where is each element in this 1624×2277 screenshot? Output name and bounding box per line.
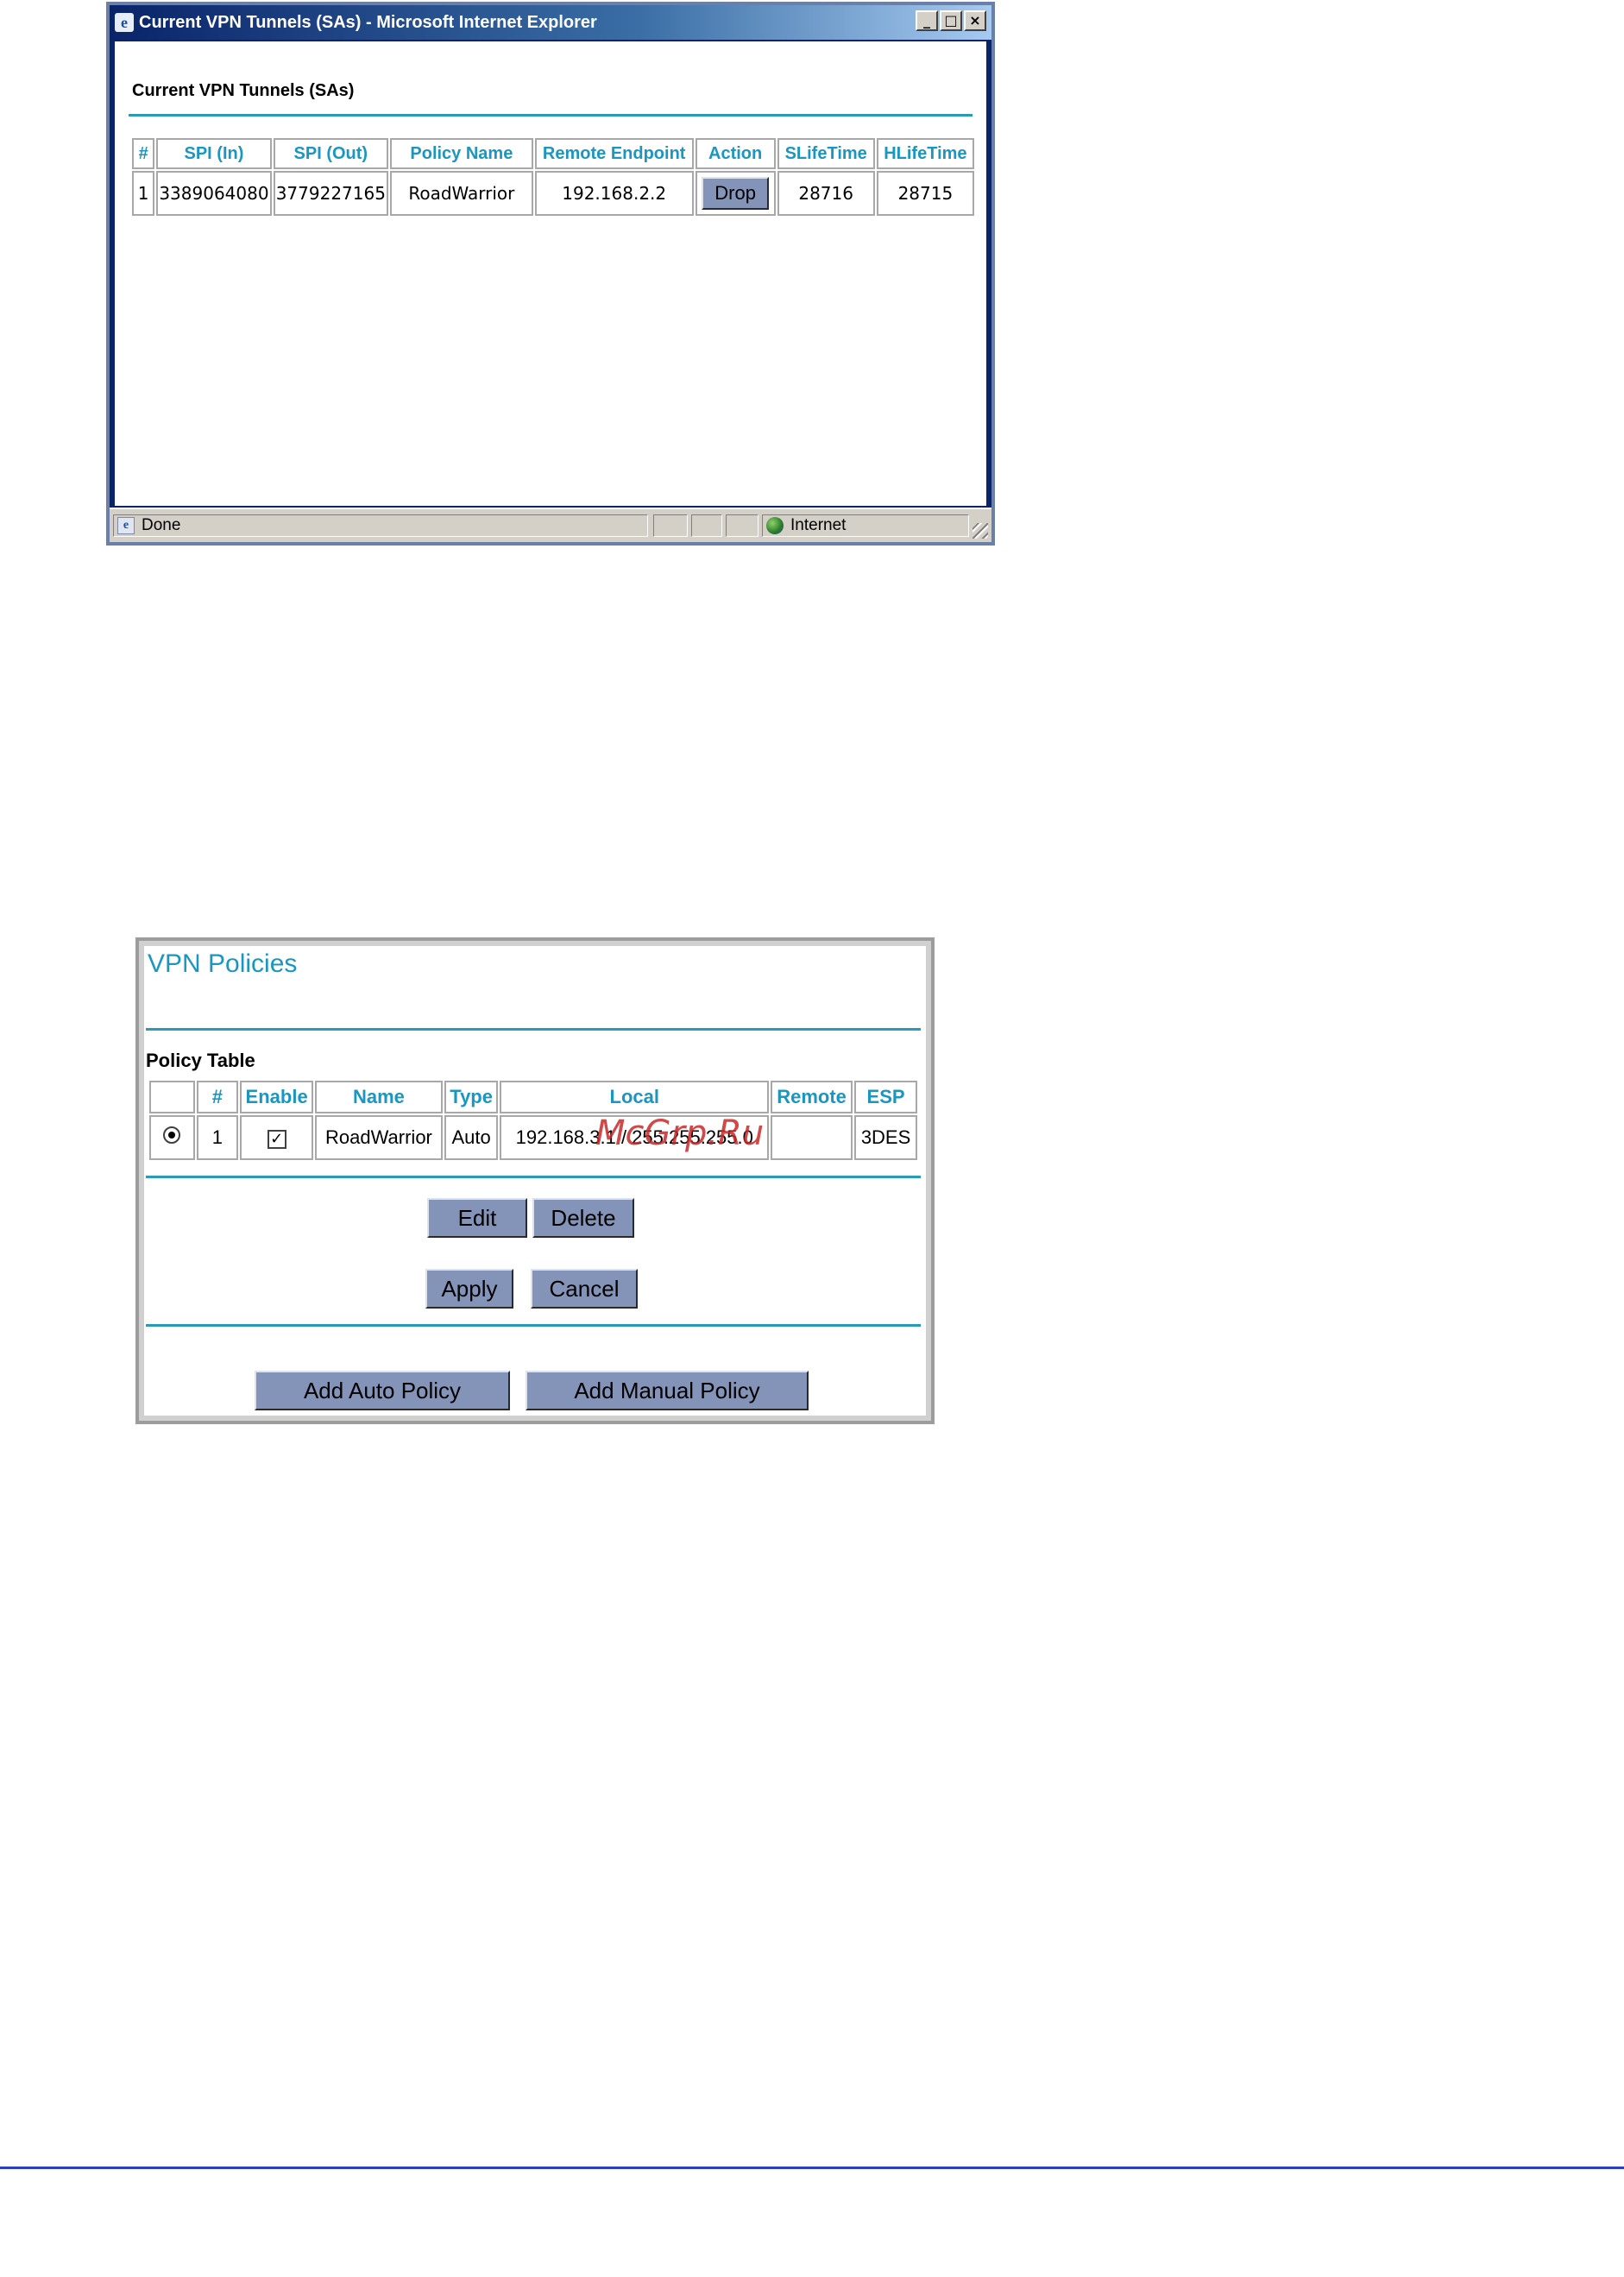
- close-icon[interactable]: ×: [964, 10, 986, 31]
- minimize-icon[interactable]: _: [916, 10, 938, 31]
- column-header-name: Name: [315, 1081, 443, 1113]
- column-header-num: #: [196, 1081, 239, 1113]
- add-auto-policy-button[interactable]: Add Auto Policy: [255, 1371, 510, 1410]
- delete-button[interactable]: Delete: [532, 1198, 634, 1238]
- table-header-row: # SPI (In) SPI (Out) Policy Name Remote …: [132, 138, 974, 169]
- table-row: 1 3389064080 3779227165 RoadWarrior 192.…: [132, 171, 974, 216]
- page-icon: e: [117, 517, 135, 534]
- cell-select: [149, 1115, 195, 1160]
- zone-text: Internet: [790, 516, 847, 534]
- cell-spi-in: 3389064080: [156, 171, 272, 216]
- status-pane-empty: [691, 514, 722, 537]
- status-pane: e Done: [113, 514, 648, 537]
- page-title: VPN Policies: [148, 949, 298, 978]
- divider: [129, 114, 973, 117]
- status-text: Done: [142, 516, 181, 534]
- edit-button[interactable]: Edit: [427, 1198, 527, 1238]
- cell-enable: ✓: [240, 1115, 314, 1160]
- column-header-slifetime: SLifeTime: [777, 138, 875, 169]
- enable-checkbox[interactable]: ✓: [267, 1130, 286, 1149]
- divider: [146, 1324, 921, 1327]
- cell-remote: [771, 1115, 853, 1160]
- cell-spi-out: 3779227165: [273, 171, 389, 216]
- column-header-spi-in: SPI (In): [156, 138, 272, 169]
- resize-grip-icon[interactable]: [973, 523, 988, 539]
- drop-button[interactable]: Drop: [702, 177, 770, 210]
- status-pane-empty: [653, 514, 688, 537]
- policy-table: # Enable Name Type Local Remote ESP 1 ✓ …: [148, 1079, 919, 1162]
- policy-table-heading: Policy Table: [146, 1050, 255, 1071]
- security-zone: Internet: [762, 514, 969, 537]
- column-header-policy-name: Policy Name: [390, 138, 533, 169]
- column-header-hlifetime: HLifeTime: [876, 138, 974, 169]
- column-header-action: Action: [695, 138, 776, 169]
- cell-name: RoadWarrior: [315, 1115, 443, 1160]
- vpn-policies-panel: VPN Policies Policy Table # Enable Name …: [135, 937, 935, 1424]
- add-manual-policy-button[interactable]: Add Manual Policy: [526, 1371, 809, 1410]
- cell-num: 1: [132, 171, 155, 216]
- globe-icon: [766, 517, 784, 534]
- browser-content: Current VPN Tunnels (SAs) # SPI (In) SPI…: [115, 41, 986, 506]
- cell-local: 192.168.3.1 / 255.255.255.0: [500, 1115, 770, 1160]
- window-titlebar[interactable]: e Current VPN Tunnels (SAs) - Microsoft …: [110, 5, 991, 40]
- cell-num: 1: [196, 1115, 239, 1160]
- divider: [146, 1028, 921, 1031]
- table-row: 1 ✓ RoadWarrior Auto 192.168.3.1 / 255.2…: [149, 1115, 917, 1160]
- page-title: Current VPN Tunnels (SAs): [132, 81, 355, 100]
- table-header-row: # Enable Name Type Local Remote ESP: [149, 1081, 917, 1113]
- column-header-remote: Remote: [771, 1081, 853, 1113]
- footer-divider: [0, 2167, 1624, 2169]
- sa-table: # SPI (In) SPI (Out) Policy Name Remote …: [130, 136, 976, 218]
- column-header-esp: ESP: [854, 1081, 917, 1113]
- ie-window: e Current VPN Tunnels (SAs) - Microsoft …: [106, 2, 995, 546]
- status-bar: e Done Internet: [110, 508, 991, 542]
- cell-action: Drop: [695, 171, 776, 216]
- divider: [146, 1176, 921, 1178]
- column-header-select: [149, 1081, 195, 1113]
- column-header-num: #: [132, 138, 155, 169]
- cancel-button[interactable]: Cancel: [531, 1269, 638, 1309]
- maximize-icon[interactable]: □: [940, 10, 962, 31]
- cell-policy-name: RoadWarrior: [390, 171, 533, 216]
- column-header-spi-out: SPI (Out): [273, 138, 389, 169]
- apply-button[interactable]: Apply: [425, 1269, 513, 1309]
- status-pane-empty: [726, 514, 758, 537]
- window-controls: _ □ ×: [916, 10, 986, 31]
- cell-slifetime: 28716: [777, 171, 875, 216]
- column-header-type: Type: [444, 1081, 499, 1113]
- column-header-local: Local: [500, 1081, 770, 1113]
- column-header-remote-endpoint: Remote Endpoint: [534, 138, 694, 169]
- internet-explorer-icon: e: [115, 13, 134, 32]
- cell-remote-endpoint: 192.168.2.2: [534, 171, 694, 216]
- cell-hlifetime: 28715: [876, 171, 974, 216]
- cell-esp: 3DES: [854, 1115, 917, 1160]
- cell-type: Auto: [444, 1115, 499, 1160]
- policy-select-radio[interactable]: [163, 1126, 181, 1144]
- window-title: Current VPN Tunnels (SAs) - Microsoft In…: [139, 12, 597, 32]
- column-header-enable: Enable: [240, 1081, 314, 1113]
